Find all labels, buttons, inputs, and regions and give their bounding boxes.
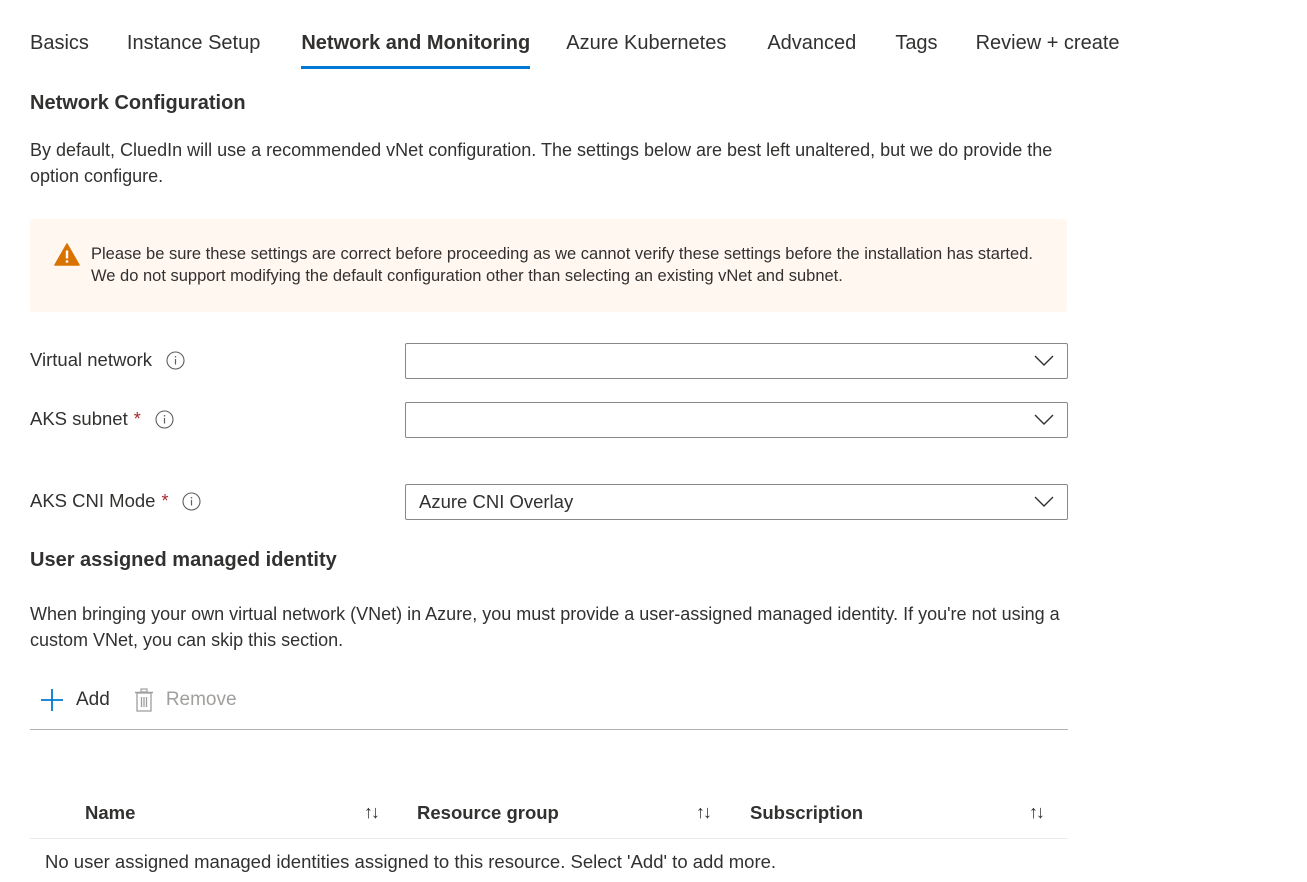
chevron-down-icon <box>1034 496 1054 507</box>
tab-advanced[interactable]: Advanced <box>767 30 856 72</box>
column-header-resource-group[interactable]: Resource group <box>417 802 559 824</box>
info-icon[interactable] <box>166 350 185 370</box>
empty-table-message: No user assigned managed identities assi… <box>45 851 777 872</box>
remove-label: Remove <box>165 689 237 710</box>
aks-cni-mode-dropdown[interactable]: Azure CNI Overlay <box>405 484 1068 520</box>
command-bar: Add Remove <box>40 688 261 712</box>
plus-icon <box>41 689 63 711</box>
tab-review-create[interactable]: Review + create <box>976 30 1120 72</box>
column-header-name[interactable]: Name <box>85 802 135 824</box>
aks-cni-mode-label-text: AKS CNI Mode <box>30 490 156 511</box>
trash-icon <box>134 688 153 712</box>
tab-basics[interactable]: Basics <box>30 30 89 72</box>
sort-icon[interactable]: ↑↓ <box>1029 802 1045 823</box>
required-marker: * <box>133 408 141 429</box>
info-icon[interactable] <box>155 409 174 429</box>
sort-icon[interactable]: ↑↓ <box>364 802 380 823</box>
sort-icon[interactable]: ↑↓ <box>696 802 712 823</box>
add-button[interactable]: Add <box>40 688 110 712</box>
identity-table-header: Name ↑↓ Resource group ↑↓ Subscription ↑… <box>30 797 1068 839</box>
virtual-network-dropdown[interactable] <box>405 343 1068 379</box>
warning-text: Please be sure these settings are correc… <box>91 245 1033 285</box>
network-configuration-heading: Network Configuration <box>30 92 246 114</box>
aks-cni-mode-value: Azure CNI Overlay <box>419 491 574 512</box>
aks-cni-mode-label: AKS CNI Mode * <box>30 490 202 512</box>
aks-subnet-label-text: AKS subnet <box>30 408 128 429</box>
tab-tags[interactable]: Tags <box>895 30 937 72</box>
required-marker: * <box>161 490 169 511</box>
warning-icon <box>54 243 80 266</box>
tab-network-and-monitoring[interactable]: Network and Monitoring <box>301 30 530 72</box>
virtual-network-label-text: Virtual network <box>30 349 153 370</box>
remove-button[interactable]: Remove <box>134 688 237 712</box>
wizard-tabs: Basics Instance Setup Network and Monito… <box>30 30 1120 72</box>
aks-subnet-dropdown[interactable] <box>405 402 1068 438</box>
command-bar-divider <box>30 729 1068 730</box>
add-label: Add <box>76 689 110 710</box>
network-configuration-description: By default, CluedIn will use a recommend… <box>30 140 1053 186</box>
tab-azure-kubernetes[interactable]: Azure Kubernetes <box>566 30 726 72</box>
aks-subnet-label: AKS subnet * <box>30 408 174 430</box>
virtual-network-label: Virtual network <box>30 349 185 371</box>
column-header-subscription[interactable]: Subscription <box>750 802 863 824</box>
managed-identity-heading: User assigned managed identity <box>30 549 337 571</box>
managed-identity-description: When bringing your own virtual network (… <box>30 604 1060 650</box>
info-icon[interactable] <box>182 491 202 511</box>
chevron-down-icon <box>1034 355 1054 366</box>
warning-banner: Please be sure these settings are correc… <box>30 219 1067 312</box>
tab-instance-setup[interactable]: Instance Setup <box>127 30 260 72</box>
chevron-down-icon <box>1034 414 1054 425</box>
